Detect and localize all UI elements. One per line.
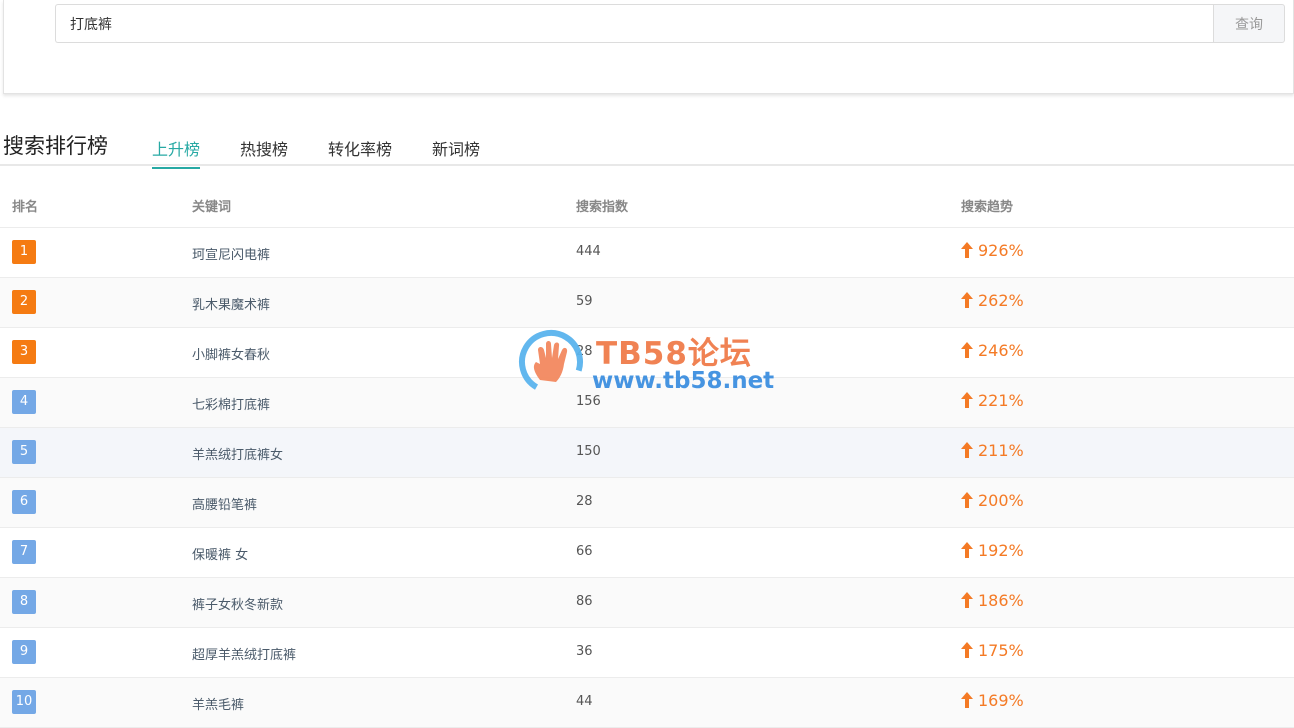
rank-badge: 5 — [12, 440, 36, 464]
rank-badge: 10 — [12, 690, 36, 714]
trend-value: 186% — [978, 591, 1024, 610]
watermark-url: www.tb58.net — [592, 368, 775, 394]
table-row[interactable]: 6 高腰铅笔裤 28 200% — [0, 478, 1294, 528]
table-row[interactable]: 7 保暖裤 女 66 192% — [0, 528, 1294, 578]
rank-badge: 9 — [12, 640, 36, 664]
column-header-index: 搜索指数 — [576, 200, 629, 215]
keyword-link[interactable]: 超厚羊羔绒打底裤 — [192, 644, 296, 663]
search-index-value: 44 — [576, 694, 593, 709]
search-index-value: 86 — [576, 594, 593, 609]
trend-value: 926% — [978, 241, 1024, 260]
trend-value: 169% — [978, 691, 1024, 710]
table-row[interactable]: 5 羊羔绒打底裤女 150 211% — [0, 428, 1294, 478]
arrow-up-icon — [961, 242, 973, 258]
trend-value: 262% — [978, 291, 1024, 310]
keyword-link[interactable]: 羊羔绒打底裤女 — [192, 444, 283, 463]
tab-new-words[interactable]: 新词榜 — [432, 136, 480, 167]
table-body: 1 珂宣尼闪电裤 444 926% 2 乳木果魔术裤 59 262% 3 小脚裤女春秋 28 246%… — [0, 228, 1294, 728]
rank-badge: 3 — [12, 340, 36, 364]
rank-badge: 4 — [12, 390, 36, 414]
search-panel: 查询 — [3, 0, 1294, 94]
search-index-value: 36 — [576, 644, 593, 659]
trend-value: 192% — [978, 541, 1024, 560]
arrow-up-icon — [961, 692, 973, 708]
search-index-value: 150 — [576, 444, 601, 459]
trend-cell: 262% — [961, 291, 1024, 310]
rank-badge: 1 — [12, 240, 36, 264]
keyword-link[interactable]: 保暖裤 女 — [192, 544, 248, 563]
arrow-up-icon — [961, 642, 973, 658]
trend-cell: 221% — [961, 391, 1024, 410]
arrow-up-icon — [961, 442, 973, 458]
tab-rising[interactable]: 上升榜 — [152, 136, 201, 169]
keyword-link[interactable]: 七彩棉打底裤 — [192, 394, 270, 413]
ranking-table: 排名 关键词 搜索指数 搜索趋势 1 珂宣尼闪电裤 444 926% 2 乳木果魔术裤 59… — [0, 180, 1294, 728]
hand-logo-icon — [519, 330, 583, 394]
keyword-link[interactable]: 高腰铅笔裤 — [192, 494, 257, 513]
trend-cell: 169% — [961, 691, 1024, 710]
trend-cell: 175% — [961, 641, 1024, 660]
keyword-link[interactable]: 珂宣尼闪电裤 — [192, 244, 270, 263]
rank-cell: 2 — [12, 290, 36, 314]
keyword-link[interactable]: 乳木果魔术裤 — [192, 294, 270, 313]
rank-cell: 1 — [12, 240, 36, 264]
rank-badge: 7 — [12, 540, 36, 564]
trend-cell: 200% — [961, 491, 1024, 510]
search-index-value: 66 — [576, 544, 593, 559]
table-header: 排名 关键词 搜索指数 搜索趋势 — [0, 180, 1294, 228]
rank-cell: 6 — [12, 490, 36, 514]
arrow-up-icon — [961, 392, 973, 408]
rank-cell: 8 — [12, 590, 36, 614]
column-header-rank: 排名 — [12, 200, 39, 215]
column-header-trend: 搜索趋势 — [961, 200, 1014, 215]
watermark-brand: TB58论坛 — [596, 336, 752, 372]
ranking-header: 搜索排行榜 上升榜 热搜榜 转化率榜 新词榜 — [0, 124, 1294, 169]
search-button[interactable]: 查询 — [1213, 4, 1285, 43]
trend-value: 221% — [978, 391, 1024, 410]
trend-cell: 926% — [961, 241, 1024, 260]
rank-cell: 4 — [12, 390, 36, 414]
tab-conversion-rate[interactable]: 转化率榜 — [328, 136, 392, 167]
trend-value: 200% — [978, 491, 1024, 510]
trend-cell: 186% — [961, 591, 1024, 610]
watermark: TB58论坛 www.tb58.net — [518, 328, 788, 398]
section-title: 搜索排行榜 — [3, 134, 108, 158]
column-header-keyword: 关键词 — [192, 200, 232, 215]
keyword-link[interactable]: 小脚裤女春秋 — [192, 344, 270, 363]
arrow-up-icon — [961, 592, 973, 608]
trend-value: 246% — [978, 341, 1024, 360]
rank-badge: 6 — [12, 490, 36, 514]
trend-value: 175% — [978, 641, 1024, 660]
table-row[interactable]: 9 超厚羊羔绒打底裤 36 175% — [0, 628, 1294, 678]
table-row[interactable]: 10 羊羔毛裤 44 169% — [0, 678, 1294, 728]
trend-cell: 192% — [961, 541, 1024, 560]
search-index-value: 28 — [576, 494, 593, 509]
trend-cell: 211% — [961, 441, 1024, 460]
table-row[interactable]: 2 乳木果魔术裤 59 262% — [0, 278, 1294, 328]
search-input[interactable] — [55, 4, 1214, 43]
rank-cell: 3 — [12, 340, 36, 364]
rank-cell: 7 — [12, 540, 36, 564]
rank-cell: 10 — [12, 690, 36, 714]
rank-cell: 5 — [12, 440, 36, 464]
rank-badge: 8 — [12, 590, 36, 614]
keyword-link[interactable]: 羊羔毛裤 — [192, 694, 244, 713]
arrow-up-icon — [961, 542, 973, 558]
arrow-up-icon — [961, 342, 973, 358]
table-row[interactable]: 1 珂宣尼闪电裤 444 926% — [0, 228, 1294, 278]
arrow-up-icon — [961, 292, 973, 308]
tab-hot-search[interactable]: 热搜榜 — [240, 136, 288, 167]
rank-badge: 2 — [12, 290, 36, 314]
table-row[interactable]: 8 裤子女秋冬新款 86 186% — [0, 578, 1294, 628]
search-index-value: 59 — [576, 294, 593, 309]
rank-cell: 9 — [12, 640, 36, 664]
search-index-value: 444 — [576, 244, 601, 259]
keyword-link[interactable]: 裤子女秋冬新款 — [192, 594, 283, 613]
trend-value: 211% — [978, 441, 1024, 460]
arrow-up-icon — [961, 492, 973, 508]
trend-cell: 246% — [961, 341, 1024, 360]
